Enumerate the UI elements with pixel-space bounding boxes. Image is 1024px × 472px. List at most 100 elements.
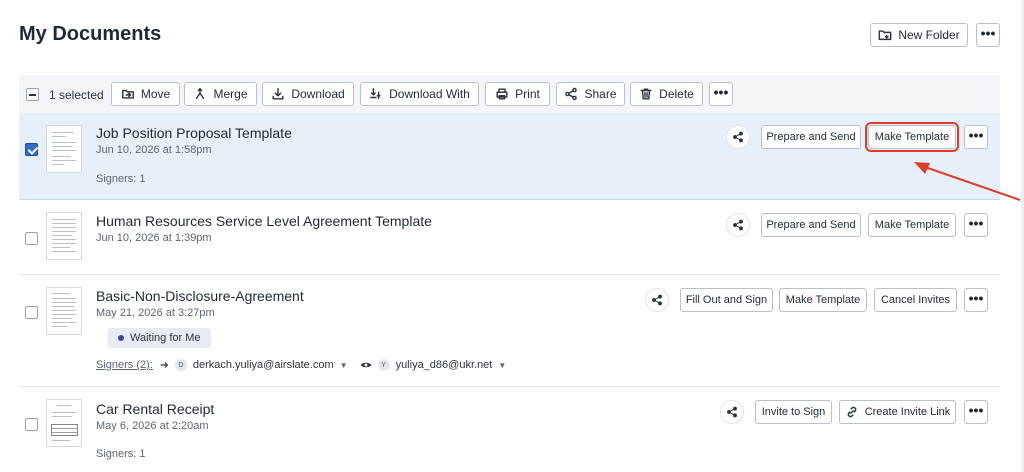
document-title[interactable]: Job Position Proposal Template bbox=[96, 125, 292, 141]
row-share-button[interactable] bbox=[726, 125, 750, 149]
button-label: Fill Out and Sign bbox=[685, 294, 768, 306]
row-share-button[interactable] bbox=[645, 288, 669, 312]
button-label: Make Template bbox=[874, 131, 950, 143]
prepare-and-send-button[interactable]: Prepare and Send bbox=[761, 213, 861, 237]
document-thumbnail bbox=[46, 125, 82, 173]
row-share-button[interactable] bbox=[720, 400, 744, 424]
delete-button[interactable]: Delete bbox=[630, 82, 703, 106]
document-row[interactable]: Car Rental Receipt May 6, 2026 at 2:20am… bbox=[19, 387, 1000, 472]
more-dots: ••• bbox=[968, 289, 984, 306]
status-badge: Waiting for Me bbox=[108, 328, 211, 348]
signers-link[interactable]: Signers (2): bbox=[96, 359, 153, 371]
document-title[interactable]: Basic-Non-Disclosure-Agreement bbox=[96, 288, 304, 304]
print-button[interactable]: Print bbox=[485, 82, 550, 106]
signer-email[interactable]: yuliya_d86@ukr.net bbox=[396, 359, 493, 371]
document-date: May 6, 2026 at 2:20am bbox=[96, 420, 209, 432]
button-label: Invite to Sign bbox=[761, 406, 826, 418]
document-date: Jun 10, 2026 at 1:39pm bbox=[96, 232, 212, 244]
delete-label: Delete bbox=[659, 87, 694, 101]
share-icon bbox=[652, 294, 662, 306]
row-more-button[interactable]: ••• bbox=[964, 213, 988, 237]
row-share-button[interactable] bbox=[726, 213, 750, 237]
invite-to-sign-button[interactable]: Invite to Sign bbox=[755, 400, 832, 424]
merge-button[interactable]: Merge bbox=[184, 82, 257, 106]
move-button[interactable]: Move bbox=[111, 82, 180, 106]
fill-out-and-sign-button[interactable]: Fill Out and Sign bbox=[680, 288, 773, 312]
share-icon bbox=[733, 219, 743, 231]
share-icon bbox=[733, 131, 743, 143]
chevron-down-icon[interactable]: ▼ bbox=[498, 361, 506, 370]
cancel-invites-button[interactable]: Cancel Invites bbox=[874, 288, 957, 312]
row-checkbox[interactable] bbox=[25, 232, 38, 245]
button-label: Create Invite Link bbox=[864, 406, 951, 418]
more-dots: ••• bbox=[968, 401, 984, 418]
download-with-label: Download With bbox=[389, 87, 470, 101]
download-button[interactable]: Download bbox=[262, 82, 354, 106]
document-title[interactable]: Car Rental Receipt bbox=[96, 401, 214, 417]
status-text: Waiting for Me bbox=[130, 332, 201, 344]
page-title: My Documents bbox=[19, 23, 162, 45]
document-date: May 21, 2026 at 3:27pm bbox=[96, 307, 215, 319]
document-thumbnail bbox=[46, 212, 82, 260]
share-icon bbox=[727, 406, 737, 418]
document-row[interactable]: Human Resources Service Level Agreement … bbox=[19, 200, 1000, 275]
more-dots: ••• bbox=[968, 214, 984, 231]
share-button[interactable]: Share bbox=[556, 82, 625, 106]
eye-icon bbox=[360, 362, 371, 368]
share-icon bbox=[565, 87, 578, 101]
row-more-button[interactable]: ••• bbox=[964, 125, 988, 149]
arrow-right-icon bbox=[160, 362, 169, 368]
document-row[interactable]: Job Position Proposal Template Jun 10, 2… bbox=[19, 113, 1000, 200]
status-dot bbox=[118, 335, 124, 341]
prepare-and-send-button[interactable]: Prepare and Send bbox=[761, 125, 861, 149]
download-label: Download bbox=[291, 87, 345, 101]
row-checkbox[interactable] bbox=[25, 418, 38, 431]
document-thumbnail bbox=[46, 287, 82, 335]
header-more-button[interactable]: ••• bbox=[976, 23, 1000, 47]
move-icon bbox=[121, 89, 134, 99]
signer-avatar: Y bbox=[377, 359, 390, 371]
button-label: Prepare and Send bbox=[766, 219, 856, 231]
row-checkbox[interactable] bbox=[25, 143, 38, 156]
bulk-action-toolbar: Move Merge Download Download With Print … bbox=[19, 75, 1000, 113]
signer-email[interactable]: derkach.yuliya@airslate.com bbox=[193, 359, 334, 371]
trash-icon bbox=[640, 88, 652, 100]
more-dots: ••• bbox=[713, 83, 729, 100]
share-label: Share bbox=[584, 87, 617, 101]
annotation-arrow-icon bbox=[914, 162, 1021, 201]
create-invite-link-button[interactable]: Create Invite Link bbox=[839, 400, 956, 424]
document-row[interactable]: Basic-Non-Disclosure-Agreement May 21, 2… bbox=[19, 275, 1000, 387]
download-with-button[interactable]: Download With bbox=[360, 82, 479, 106]
toolbar-more-button[interactable]: ••• bbox=[709, 82, 733, 106]
print-label: Print bbox=[515, 87, 540, 101]
print-icon bbox=[496, 88, 508, 100]
download-icon bbox=[272, 88, 284, 100]
button-label: Make Template bbox=[874, 219, 950, 231]
row-more-button[interactable]: ••• bbox=[964, 288, 988, 312]
row-more-button[interactable]: ••• bbox=[964, 400, 988, 424]
new-folder-label: New Folder bbox=[898, 28, 960, 42]
download-with-icon bbox=[370, 88, 381, 100]
select-all-checkbox[interactable] bbox=[26, 88, 39, 101]
make-template-button[interactable]: Make Template bbox=[865, 122, 959, 152]
document-signers: Signers: 1 bbox=[96, 173, 146, 185]
document-signers: Signers: 1 bbox=[96, 448, 146, 460]
signer-avatar: D bbox=[174, 359, 187, 371]
document-title[interactable]: Human Resources Service Level Agreement … bbox=[96, 213, 432, 229]
folder-plus-icon bbox=[878, 30, 892, 41]
new-folder-button[interactable]: New Folder bbox=[870, 23, 968, 47]
more-dots: ••• bbox=[968, 126, 984, 143]
make-template-button[interactable]: Make Template bbox=[868, 213, 956, 237]
button-label: Make Template bbox=[785, 294, 861, 306]
merge-label: Merge bbox=[213, 87, 248, 101]
document-date: Jun 10, 2026 at 1:58pm bbox=[96, 144, 212, 156]
more-dots: ••• bbox=[980, 24, 996, 41]
chevron-down-icon[interactable]: ▼ bbox=[340, 361, 348, 370]
link-icon bbox=[847, 406, 857, 418]
button-label: Cancel Invites bbox=[880, 294, 951, 306]
button-label: Prepare and Send bbox=[766, 131, 856, 143]
row-checkbox[interactable] bbox=[25, 306, 38, 319]
make-template-button[interactable]: Make Template bbox=[779, 288, 867, 312]
document-thumbnail bbox=[46, 399, 82, 447]
move-label: Move bbox=[140, 87, 171, 101]
